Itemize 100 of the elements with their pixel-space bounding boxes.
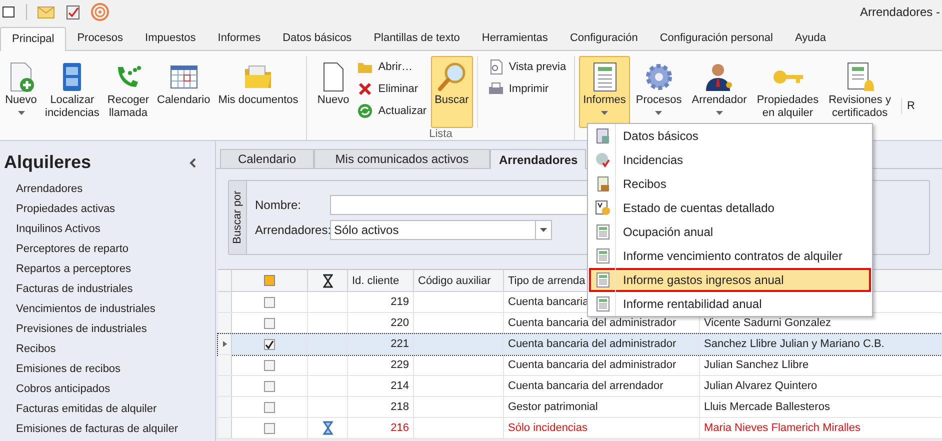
sidebar-item[interactable]: Facturas emitidas de alquiler xyxy=(16,399,215,419)
ribbon-tab[interactable]: Principal xyxy=(0,27,66,51)
dropdown-arrow-icon xyxy=(716,111,723,115)
sidebar-item[interactable]: Facturas de industriales xyxy=(16,279,215,299)
table-cell: Gestor patrimonial xyxy=(504,397,700,417)
delete-icon xyxy=(357,81,374,97)
table-cell-text: Julian Alvarez Quintero xyxy=(703,379,818,394)
sidebar-item[interactable]: Propiedades activas xyxy=(16,199,215,219)
menu-item[interactable]: Ocupación anual xyxy=(589,220,871,244)
account-statement-icon xyxy=(595,200,611,216)
collapse-icon[interactable] xyxy=(189,158,197,168)
menu-item[interactable]: Incidencias xyxy=(589,148,871,172)
table-row[interactable]: 221 Cuenta bancaria del administrador Sanchez Llibre Julian y Mariano C.B. xyxy=(218,334,942,355)
ribbon-tab[interactable]: Datos básicos xyxy=(272,26,363,50)
search-icon xyxy=(436,61,468,93)
ribbon-tab[interactable]: Informes xyxy=(206,26,272,50)
sidebar-title: Alquileres xyxy=(4,151,92,174)
column-header[interactable]: Código auxiliar xyxy=(414,270,504,291)
spreadsheet-icon xyxy=(595,272,611,288)
ribbon-small-button[interactable]: Actualizar xyxy=(355,100,429,122)
table-row[interactable]: 218 Gestor patrimonial Lluis Mercade Ballesteros xyxy=(218,397,942,418)
select-all-checkbox[interactable] xyxy=(264,275,275,286)
table-cell: 216 xyxy=(348,418,414,438)
table-cell-text: Sanchez Llibre Julian y Mariano C.B. xyxy=(703,337,886,352)
ribbon-small-button[interactable]: Abrir… xyxy=(355,56,429,78)
spreadsheet-icon xyxy=(595,248,611,264)
row-checkbox[interactable] xyxy=(264,318,275,328)
sidebar-item[interactable]: Vencimientos de industriales xyxy=(16,299,215,319)
table-cell: 229 xyxy=(348,355,414,375)
table-row[interactable]: 214 Cuenta bancaria del arrendador Julian Alvarez Quintero xyxy=(218,376,942,397)
sidebar-item[interactable]: Emisiones de recibos xyxy=(16,359,215,379)
table-row[interactable]: 216 Sólo incidencias Maria Nieves Flamerich Miralles xyxy=(218,418,942,439)
field-label: Nombre: xyxy=(255,197,302,214)
ribbon-tab[interactable]: Ayuda xyxy=(784,26,837,50)
dropdown-arrow-icon xyxy=(540,228,547,232)
ribbon-button-label[interactable]: R xyxy=(900,98,915,114)
sidebar-item[interactable]: Recibos xyxy=(16,339,215,359)
table-row[interactable]: 229 Cuenta bancaria del administrador Julian Sanchez Llibre xyxy=(218,355,942,376)
sidebar-item[interactable]: Cobros anticipados xyxy=(16,379,215,399)
row-checkbox[interactable] xyxy=(264,296,275,308)
sidebar-item[interactable]: Repartos a perceptores xyxy=(16,259,215,279)
document-tab[interactable]: Mis comunicados activos xyxy=(314,149,490,168)
spreadsheet-icon xyxy=(595,296,611,312)
ribbon-small-button[interactable]: Imprimir xyxy=(486,78,568,100)
printer-icon xyxy=(488,81,504,97)
hourglass-icon xyxy=(322,274,332,288)
row-checkbox[interactable] xyxy=(264,380,275,392)
sidebar-item[interactable]: Previsiones de industriales xyxy=(16,319,215,339)
column-header[interactable]: Id. cliente xyxy=(348,270,414,291)
menu-item[interactable]: Recibos xyxy=(589,172,871,196)
ribbon-small-button[interactable]: Vista previa xyxy=(486,56,568,78)
key-icon xyxy=(772,70,804,84)
incident-icon xyxy=(595,152,611,168)
sidebar-item[interactable]: Perceptores de reparto xyxy=(16,239,215,259)
refresh-icon xyxy=(357,103,374,119)
window-icon[interactable] xyxy=(2,5,16,19)
panel-caption: Buscar por xyxy=(230,190,244,244)
table-cell: Cuenta bancaria del administrador xyxy=(504,355,700,375)
table-cell: Cuenta bancaria del arrendador xyxy=(504,376,700,396)
menu-item[interactable]: Estado de cuentas detallado xyxy=(589,196,871,220)
ribbon-button[interactable]: Informes xyxy=(579,56,630,128)
group-label: Lista xyxy=(429,127,452,142)
ribbon-small-button[interactable]: Eliminar xyxy=(355,78,429,100)
sidebar-item[interactable]: Arrendadores xyxy=(16,179,215,199)
menu-item[interactable]: Informe gastos ingresos anual xyxy=(589,268,871,292)
row-checkbox[interactable] xyxy=(264,338,275,350)
dropdown-arrow-icon xyxy=(601,111,608,115)
ribbon-tab[interactable]: Plantillas de texto xyxy=(362,26,471,50)
sidebar-item[interactable]: Inquilinos Activos xyxy=(16,219,215,239)
filter-dropdown[interactable]: Sólo activos xyxy=(330,220,552,240)
ribbon-tab[interactable]: Herramientas xyxy=(470,26,559,50)
row-indicator-icon xyxy=(222,341,226,347)
row-checkbox[interactable] xyxy=(264,360,275,370)
row-checkbox[interactable] xyxy=(264,402,275,412)
table-cell-text: Lluis Mercade Ballesteros xyxy=(703,400,831,415)
envelope-icon[interactable] xyxy=(37,5,55,19)
spreadsheet-icon xyxy=(595,224,611,240)
table-cell: 214 xyxy=(348,376,414,396)
row-checkbox[interactable] xyxy=(264,422,275,434)
name-field[interactable] xyxy=(330,195,590,215)
document-tab[interactable]: Calendario xyxy=(220,149,314,168)
hourglass-icon xyxy=(322,421,332,435)
sidebar-item[interactable]: Emisiones de facturas de alquiler xyxy=(16,419,215,439)
ribbon-button[interactable]: Buscar xyxy=(430,56,473,128)
table-cell: 221 xyxy=(348,334,414,354)
table-cell: Cuenta bancaria del administrador xyxy=(504,334,700,354)
field-label: Arrendadores: xyxy=(255,222,330,239)
dropdown-arrow-icon xyxy=(18,111,24,115)
ribbon-tab[interactable]: Configuración personal xyxy=(648,26,784,50)
page-preview-icon xyxy=(488,59,504,75)
table-cell-text: Julian Sanchez Llibre xyxy=(703,358,810,373)
ribbon-tab[interactable]: Impuestos xyxy=(134,26,207,50)
table-cell: 219 xyxy=(348,292,414,312)
ribbon-tab[interactable]: Procesos xyxy=(66,26,134,50)
ribbon-tab[interactable]: Configuración xyxy=(558,26,649,50)
clipboard-icon[interactable] xyxy=(65,4,81,20)
dropdown-arrow-icon xyxy=(655,111,662,115)
table-cell-text: Maria Nieves Flamerich Miralles xyxy=(703,421,862,436)
menu-item[interactable]: Informe vencimiento contratos de alquiler xyxy=(589,244,871,268)
document-tab[interactable]: Arrendadores xyxy=(490,149,586,169)
